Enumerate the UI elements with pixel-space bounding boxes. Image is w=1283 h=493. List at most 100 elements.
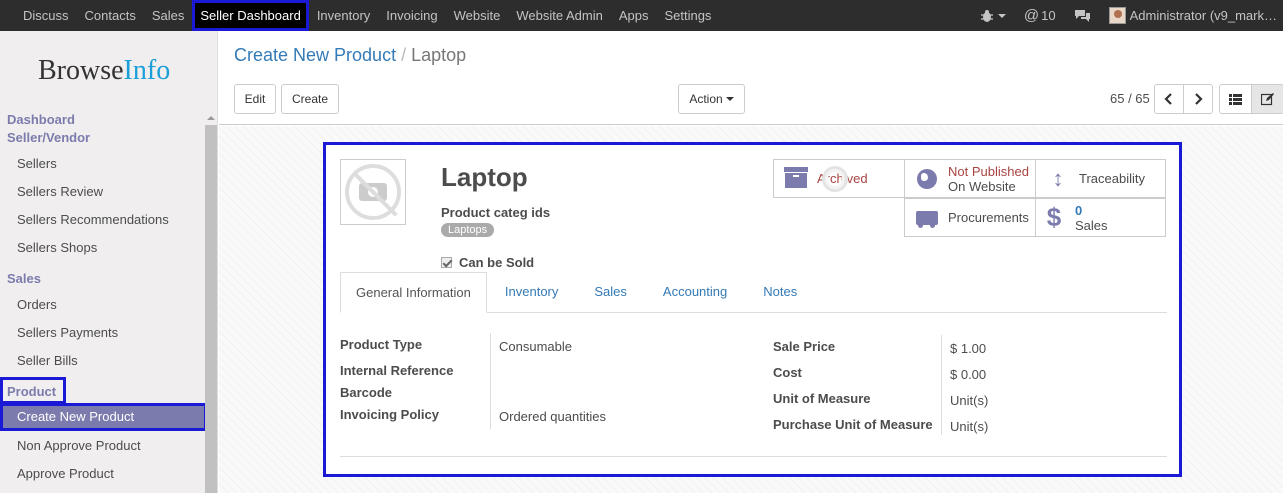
sale-price-field[interactable]: $ 1.00: [950, 341, 986, 356]
sidebar-scrollbar[interactable]: [205, 111, 217, 493]
purchase-uom-label: Purchase Unit of Measure: [773, 417, 933, 432]
invoicing-policy-field[interactable]: Ordered quantities: [499, 409, 606, 424]
user-name: Administrator (v9_mark…: [1129, 8, 1277, 23]
sidebar-item-sellers-review[interactable]: Sellers Review: [17, 184, 103, 199]
sidebar-section-dashboard[interactable]: Dashboard: [7, 112, 75, 127]
right-field-divider: [941, 335, 942, 435]
pager-previous-button[interactable]: [1154, 84, 1184, 114]
traceability-button[interactable]: ↕ Traceability: [1035, 159, 1166, 198]
product-type-label: Product Type: [340, 337, 423, 352]
menu-settings[interactable]: Settings: [656, 0, 719, 31]
sidebar-section-product[interactable]: Product: [7, 384, 56, 399]
notebook-tabs: General Information Inventory Sales Acco…: [340, 272, 1167, 313]
tab-notes[interactable]: Notes: [745, 272, 815, 313]
menu-apps[interactable]: Apps: [611, 0, 657, 31]
menu-contacts[interactable]: Contacts: [77, 0, 144, 31]
can-be-sold-label: Can be Sold: [459, 255, 535, 270]
sidebar-item-seller-bills[interactable]: Seller Bills: [17, 353, 78, 368]
sidebar-item-sellers-payments[interactable]: Sellers Payments: [17, 325, 118, 340]
truck-icon: [912, 210, 942, 228]
chevron-down-icon: [725, 97, 734, 101]
systray: @ 10 Administrator (v9_mark…: [980, 0, 1283, 31]
cost-field[interactable]: $ 0.00: [950, 367, 986, 382]
archive-icon: [781, 166, 811, 188]
tab-accounting[interactable]: Accounting: [645, 272, 745, 313]
left-field-divider: [490, 333, 491, 429]
form-view-area: Laptop Product categ ids Laptops Can be …: [219, 126, 1283, 493]
breadcrumb: Create New Product / Laptop: [234, 45, 466, 66]
company-logo: BrowseInfo: [38, 55, 170, 87]
logo-text-info: Info: [123, 55, 171, 86]
edit-button[interactable]: Edit: [234, 84, 276, 114]
procurements-button[interactable]: Procurements: [904, 198, 1036, 237]
archive-button[interactable]: Archived: [773, 159, 905, 198]
debug-menu[interactable]: [980, 9, 1006, 23]
sidebar-item-sellers-shops[interactable]: Sellers Shops: [17, 240, 97, 255]
categ-tag: Laptops: [441, 223, 495, 237]
product-form-sheet: Laptop Product categ ids Laptops Can be …: [323, 142, 1182, 477]
list-icon: [1229, 93, 1242, 105]
menu-inventory[interactable]: Inventory: [309, 0, 378, 31]
dollar-icon: $: [1046, 202, 1062, 232]
product-image[interactable]: [340, 159, 406, 225]
sales-button[interactable]: $ 0 Sales: [1035, 198, 1166, 237]
at-icon: @: [1023, 7, 1040, 24]
sidebar-item-sellers-recommendations[interactable]: Sellers Recommendations: [17, 212, 169, 227]
publish-location: On Website: [948, 178, 1016, 194]
internal-reference-label: Internal Reference: [340, 363, 454, 378]
form-view-button[interactable]: [1251, 84, 1283, 114]
sidebar-section-seller-vendor[interactable]: Seller/Vendor: [7, 130, 90, 145]
menu-website-admin[interactable]: Website Admin: [508, 0, 610, 31]
unit-of-measure-link[interactable]: Unit(s): [950, 393, 988, 408]
globe-icon: [912, 168, 942, 189]
sidebar-item-non-approve-product[interactable]: Non Approve Product: [17, 438, 141, 453]
menu-website[interactable]: Website: [446, 0, 509, 31]
menu-sales[interactable]: Sales: [144, 0, 193, 31]
chat-icon: [1074, 10, 1090, 22]
breadcrumb-current: Laptop: [411, 45, 467, 65]
product-type-field[interactable]: Consumable: [499, 339, 572, 354]
breadcrumb-separator: /: [401, 45, 407, 65]
tab-sales[interactable]: Sales: [576, 272, 645, 313]
menu-discuss[interactable]: Discuss: [0, 0, 77, 31]
can-be-sold-checkbox[interactable]: Can be Sold: [441, 255, 534, 270]
checkbox-checked-icon: [441, 257, 452, 268]
sidebar-item-create-new-product[interactable]: Create New Product: [0, 403, 207, 431]
mentions-count: 10: [1041, 8, 1056, 23]
tab-general-information[interactable]: General Information: [340, 272, 487, 313]
unit-of-measure-label: Unit of Measure: [773, 391, 871, 406]
sidebar-item-approve-product[interactable]: Approve Product: [17, 466, 114, 481]
sidebar-item-sellers[interactable]: Sellers: [17, 156, 57, 171]
sidebar: BrowseInfo Dashboard Seller/Vendor Selle…: [0, 31, 218, 493]
action-label: Action: [689, 92, 723, 106]
barcode-label: Barcode: [340, 385, 393, 400]
chevron-left-icon: [1164, 93, 1172, 105]
list-view-button[interactable]: [1219, 84, 1252, 114]
user-menu[interactable]: Administrator (v9_mark…: [1108, 7, 1277, 24]
traceability-label: Traceability: [1079, 171, 1145, 186]
vertical-arrows-icon: ↕: [1052, 165, 1064, 191]
chevron-down-icon: [997, 13, 1006, 18]
menu-invoicing[interactable]: Invoicing: [378, 0, 445, 31]
sales-label: Sales: [1075, 217, 1108, 233]
website-publish-button[interactable]: Not Published On Website: [904, 159, 1036, 198]
categ-ids-label: Product categ ids: [441, 205, 551, 220]
purchase-uom-link[interactable]: Unit(s): [950, 419, 988, 434]
scroll-up-arrow-icon[interactable]: [205, 111, 217, 125]
sidebar-item-orders[interactable]: Orders: [17, 297, 57, 312]
mentions-button[interactable]: @ 10: [1024, 7, 1056, 24]
no-image-icon: [345, 164, 401, 220]
pager-next-button[interactable]: [1183, 84, 1213, 114]
procurements-label: Procurements: [948, 210, 1029, 225]
logo-text-browse: Browse: [38, 55, 124, 86]
chat-button[interactable]: [1074, 9, 1091, 22]
create-button[interactable]: Create: [281, 84, 339, 114]
action-dropdown[interactable]: Action: [678, 84, 745, 114]
breadcrumb-parent[interactable]: Create New Product: [234, 45, 396, 65]
chevron-right-icon: [1195, 93, 1203, 105]
menu-seller-dashboard[interactable]: Seller Dashboard: [192, 0, 309, 31]
edit-form-icon: [1261, 92, 1274, 105]
tab-inventory[interactable]: Inventory: [487, 272, 576, 313]
avatar: [1108, 7, 1126, 24]
sidebar-section-sales[interactable]: Sales: [7, 271, 41, 286]
